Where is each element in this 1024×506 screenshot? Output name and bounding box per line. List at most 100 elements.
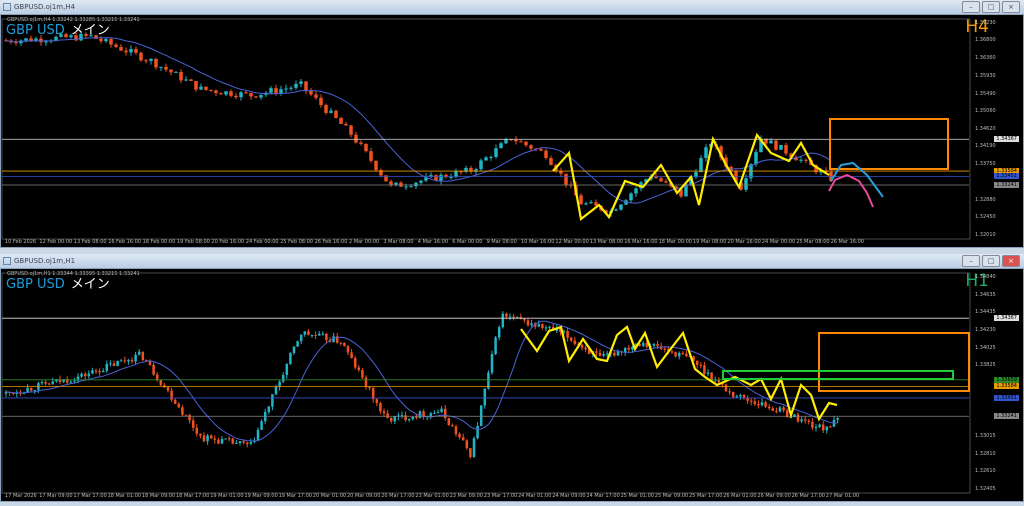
candle-body	[386, 413, 389, 418]
candle-body	[584, 203, 588, 205]
candle-body	[214, 90, 218, 94]
candle-body	[134, 354, 137, 362]
target-box	[818, 332, 970, 392]
candle-body	[681, 352, 685, 354]
candle-body	[294, 83, 298, 88]
candle-body	[169, 69, 173, 73]
candle-body	[559, 171, 563, 174]
candle-body	[317, 333, 321, 336]
close-button[interactable]: ×	[1002, 1, 1020, 13]
candle-body	[461, 437, 465, 441]
candle-body	[598, 352, 602, 356]
candle-body	[137, 351, 141, 355]
candle-body	[439, 174, 443, 181]
maximize-button[interactable]: □	[982, 255, 1000, 267]
candle-body	[134, 49, 138, 53]
candle-body	[80, 373, 83, 377]
candle-body	[782, 407, 785, 411]
candle-body	[109, 39, 113, 45]
time-tick: 23 Mar 17:00	[483, 493, 518, 499]
candle-body	[389, 181, 393, 185]
candle-body	[389, 417, 393, 422]
orange-line-price-tag: 1.33584	[994, 383, 1019, 390]
candle-body	[227, 438, 231, 440]
h1-chart-window[interactable]: GBPUSD.oj1m,H1 1.33344 1.33395 1.33215 1…	[0, 268, 1024, 502]
bottom-window-titlebar[interactable]: GBPUSD.oj1m,H1 – □ ×	[0, 254, 1024, 268]
candle-body	[616, 351, 620, 356]
time-tick: 20 Mar 16:00	[727, 239, 761, 245]
candle-body	[292, 346, 296, 354]
candle-body	[289, 353, 292, 365]
candle-body	[704, 147, 708, 159]
candle-body	[154, 58, 158, 68]
candle-body	[764, 402, 767, 407]
candle-body	[476, 425, 479, 439]
candle-body	[334, 110, 338, 118]
candle-body	[564, 173, 568, 185]
candle-body	[375, 399, 379, 404]
zigzag-line	[520, 325, 838, 422]
candle-body	[484, 157, 488, 161]
candle-body	[436, 412, 440, 414]
candle-body	[91, 370, 94, 374]
top-window-titlebar[interactable]: GBPUSD.oj1m,H4 – □ ×	[0, 0, 1024, 14]
candle-body	[267, 406, 271, 412]
candle-body	[804, 159, 808, 161]
price-tick: 1.36360	[975, 55, 996, 62]
minimize-button[interactable]: –	[962, 255, 980, 267]
candle-body	[79, 33, 83, 41]
candle-body	[114, 44, 118, 47]
candle-body	[524, 141, 528, 146]
candle-body	[454, 426, 458, 434]
candle-body	[800, 419, 803, 422]
h4-price-chart[interactable]	[1, 15, 1024, 249]
candle-body	[505, 313, 508, 317]
candle-body	[59, 34, 63, 37]
window-title: GBPUSD.oj1m,H4	[14, 3, 76, 11]
candle-body	[319, 97, 323, 106]
time-tick: 26 Mar 16:00	[830, 239, 864, 245]
price-tick: 1.32810	[975, 450, 996, 457]
time-tick: 26 Feb 16:00	[314, 239, 348, 245]
candle-body	[774, 140, 778, 150]
minimize-button[interactable]: –	[962, 1, 980, 13]
candle-body	[359, 142, 363, 144]
candle-body	[224, 438, 227, 440]
candle-body	[325, 333, 328, 341]
time-tick: 3 Mar 08:00	[383, 239, 414, 245]
price-tick: 1.35060	[975, 108, 996, 115]
candle-body	[209, 89, 213, 91]
candle-body	[310, 335, 314, 337]
price-tick: 1.32610	[975, 468, 996, 475]
support-zone-box	[722, 370, 954, 380]
maximize-button[interactable]: □	[982, 1, 1000, 13]
candle-body	[344, 123, 348, 126]
candle-body	[419, 180, 423, 183]
candle-body	[339, 342, 343, 344]
candle-body	[501, 313, 505, 328]
candle-body	[94, 370, 98, 372]
candle-body	[394, 182, 398, 185]
candle-body	[685, 353, 688, 357]
time-tick: 10 Mar 16:00	[521, 239, 555, 245]
candle-body	[164, 66, 168, 70]
candle-body	[109, 363, 112, 365]
candle-body	[614, 209, 618, 211]
candle-body	[771, 408, 775, 411]
candle-body	[181, 407, 184, 415]
candle-body	[735, 396, 739, 398]
candle-body	[629, 193, 633, 201]
candle-body	[619, 204, 623, 210]
h1-price-chart[interactable]	[1, 269, 1024, 503]
close-button[interactable]: ×	[1002, 255, 1020, 267]
h4-chart-window[interactable]: GBPUSD.oj1m,H4 1.33242 1.33285 1.33215 1…	[0, 14, 1024, 248]
candle-body	[469, 448, 472, 458]
candle-body	[127, 360, 130, 362]
price-tick: 1.34620	[975, 126, 996, 132]
candle-body	[238, 441, 242, 443]
candle-body	[314, 94, 318, 98]
time-tick: 24 Mar 09:00	[552, 493, 586, 499]
candle-body	[429, 413, 433, 416]
candle-body	[803, 419, 807, 421]
blue-line-price-tag: 1.33451	[994, 394, 1019, 401]
